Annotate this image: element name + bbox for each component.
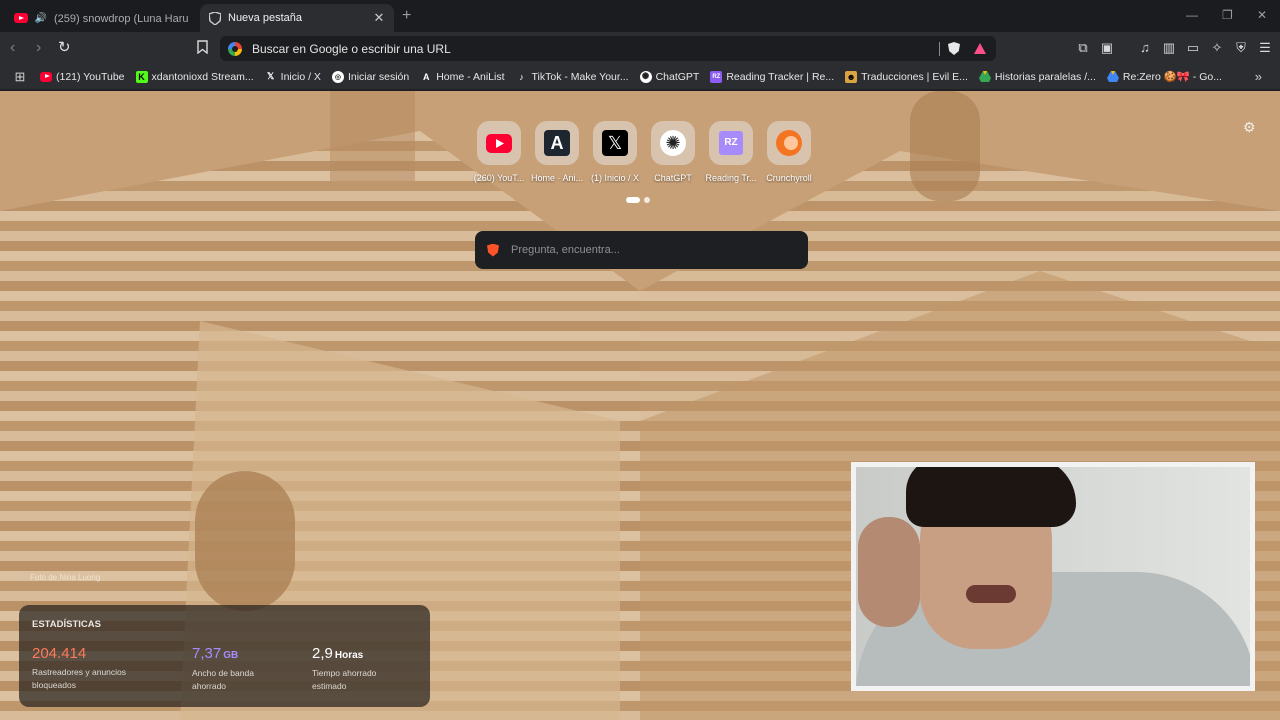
extensions-icon[interactable]: ⧉ [1075,40,1091,56]
address-bar[interactable]: Buscar en Google o escribir una URL [220,36,996,61]
evil-icon: ☻ [845,70,858,83]
stat-trackers: 204.414 Rastreadores y anuncios bloquead… [32,645,142,692]
globe-icon: ◎ [331,70,344,83]
wallet-icon[interactable]: ▭ [1185,40,1201,56]
gear-icon[interactable]: ⚙ [1243,119,1256,136]
anilist-icon: A [422,71,430,82]
vpn-icon[interactable]: ⛨ [1233,40,1249,56]
bookmark-item[interactable]: ♪ TikTok - Make Your... [516,71,628,83]
webcam-person-hair [906,467,1076,527]
close-tab-icon[interactable]: ✕ [372,10,386,26]
leo-ai-icon[interactable]: ✧ [1209,40,1225,56]
webcam-person-mouth [966,585,1016,603]
top-site-tile[interactable]: Crunchyroll [760,121,818,183]
apps-grid-icon[interactable]: ⊞ [0,69,40,85]
new-tab-page: ⚙ (260) YouT... A Home · Ani... 𝕏 (1) In… [0,91,1280,720]
chatgpt-icon: ✺ [651,121,695,165]
drive-icon [978,71,991,83]
tab-new-tab[interactable]: Nueva pestaña ✕ [200,4,394,32]
new-tab-button[interactable]: + [402,7,411,25]
top-site-tile[interactable]: A Home · Ani... [528,121,586,183]
search-box[interactable]: Pregunta, encuentra... [475,231,808,269]
tab-title: (259) snowdrop (Luna Haruna X ℕ [54,12,188,25]
bookmark-item[interactable]: RZ Reading Tracker | Re... [710,70,834,83]
bandwidth-unit: GB [223,650,239,661]
stat-bandwidth: 7,37 GB Ancho de banda ahorrado [192,645,272,693]
bookmark-icon[interactable] [194,40,210,56]
more-bookmarks-icon[interactable]: » [1255,69,1262,84]
top-site-tile[interactable]: (260) YouT... [470,121,528,183]
divider [939,41,940,56]
menu-icon[interactable]: ☰ [1257,40,1273,56]
pager-dot[interactable] [644,197,650,203]
tiktok-icon: ♪ [519,71,524,82]
brave-shield-icon [208,11,222,25]
music-icon[interactable]: ♫ [1137,40,1153,56]
brave-shields-icon[interactable] [948,42,960,55]
bookmark-item[interactable]: Re:Zero 🍪🎀 - Go... [1106,70,1222,83]
photo-credit[interactable]: Foto de Nina Luong [30,573,100,582]
trackers-value: 204.414 [32,645,87,662]
x-icon: 𝕏 [593,121,637,165]
stat-time: 2,9 Horas Tiempo ahorrado estimado [312,645,392,693]
window-close-icon[interactable]: ✕ [1257,8,1267,22]
toolbar: ‹ › ↻ Buscar en Google o escribir una UR… [0,32,1280,64]
bookmarks-bar: ⊞ (121) YouTube Kxdantonioxd Stream... 𝕏… [0,64,1280,90]
bookmark-item[interactable]: ◎ Iniciar sesión [331,70,409,83]
x-icon: 𝕏 [267,71,275,81]
youtube-icon [14,11,28,25]
bookmark-item[interactable]: ✺ ChatGPT [639,70,699,83]
webcam-overlay [851,462,1255,691]
pager-dot-active[interactable] [626,197,640,203]
bookmark-item[interactable]: (121) YouTube [40,71,125,83]
screenshot-icon[interactable]: ▣ [1099,40,1115,56]
brave-rewards-icon[interactable] [974,43,986,54]
top-sites: (260) YouT... A Home · Ani... 𝕏 (1) Inic… [470,121,818,183]
crunchyroll-icon [767,121,811,165]
anilist-icon: A [535,121,579,165]
search-placeholder: Pregunta, encuentra... [511,244,620,256]
rz-icon: RZ [709,121,753,165]
sidebar-icon[interactable]: ▥ [1161,40,1177,56]
bandwidth-desc: Ancho de banda ahorrado [192,668,254,691]
bookmark-item[interactable]: 𝕏 Inicio / X [265,71,321,83]
bookmark-item[interactable]: ☻ Traducciones | Evil E... [845,70,968,83]
bookmark-item[interactable]: A Home - AniList [420,71,505,83]
tab-youtube[interactable]: 🔊 (259) snowdrop (Luna Haruna X ℕ [6,4,196,32]
chatgpt-icon: ✺ [639,70,652,83]
address-placeholder: Buscar en Google o escribir una URL [252,41,451,56]
top-site-tile[interactable]: RZ Reading Tr... [702,121,760,183]
time-desc: Tiempo ahorrado estimado [312,668,377,691]
time-unit: Horas [334,650,364,661]
kick-icon: K [135,70,148,83]
top-site-tile[interactable]: 𝕏 (1) Inicio / X [586,121,644,183]
trackers-desc: Rastreadores y anuncios bloqueados [32,667,127,690]
speaker-icon[interactable]: 🔊 [34,11,48,25]
google-icon [228,41,242,56]
tab-title: Nueva pestaña [228,12,302,24]
stats-widget: ESTADÍSTICAS 204.414 Rastreadores y anun… [19,605,430,707]
brave-logo-icon [487,243,499,257]
top-site-tile[interactable]: ✺ ChatGPT [644,121,702,183]
minimize-icon[interactable]: — [1186,8,1198,22]
youtube-icon [477,121,521,165]
bookmark-item[interactable]: Historias paralelas /... [978,71,1096,83]
reload-icon[interactable]: ↻ [58,38,71,56]
webcam-person-hand [858,517,920,627]
bookmark-item[interactable]: Kxdantonioxd Stream... [135,70,254,83]
time-value: 2,9 [312,645,333,662]
restore-icon[interactable]: ❐ [1222,8,1233,22]
forward-icon[interactable]: › [36,39,41,57]
drive-icon [1106,71,1119,83]
youtube-icon [40,71,52,83]
rz-icon: RZ [710,70,723,83]
tile-pager [626,197,654,203]
back-icon[interactable]: ‹ [10,39,15,57]
tab-strip: 🔊 (259) snowdrop (Luna Haruna X ℕ Nueva … [0,0,1280,32]
bandwidth-value: 7,37 [192,645,222,662]
stats-title: ESTADÍSTICAS [32,619,101,630]
